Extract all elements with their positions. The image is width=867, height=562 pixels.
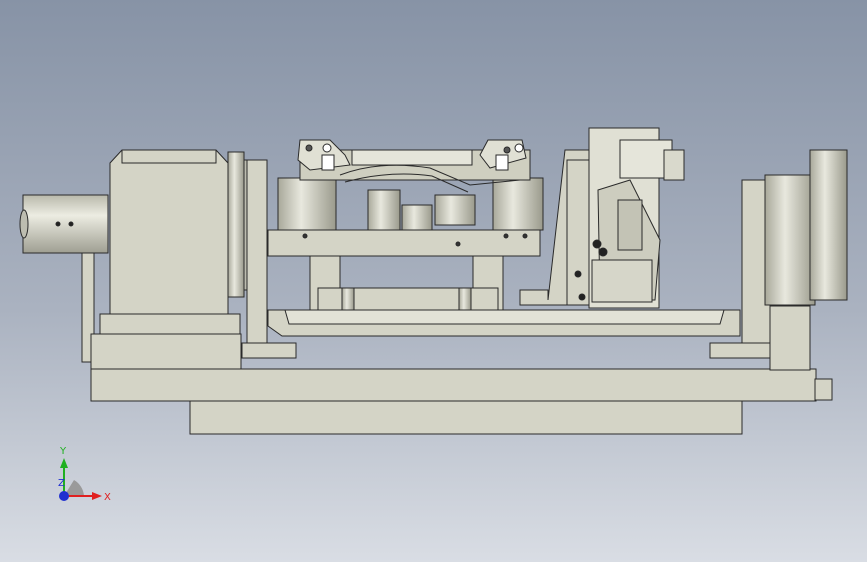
- jaw-hole-1: [592, 239, 602, 249]
- right-riser-foot[interactable]: [709, 342, 771, 359]
- arm-bolt-2: [503, 146, 511, 154]
- left-gearbox-mount[interactable]: [99, 313, 241, 335]
- base-main-beam[interactable]: [90, 368, 817, 402]
- jaw-hole-2: [598, 247, 608, 257]
- cad-graphics-viewport[interactable]: Y X Z: [0, 0, 867, 562]
- shaft-hole-2: [68, 221, 74, 227]
- z-axis-label: Z: [58, 478, 65, 489]
- left-clamp-cylinder[interactable]: [277, 177, 337, 231]
- x-axis-label: X: [104, 492, 111, 503]
- left-riser-foot[interactable]: [241, 342, 297, 359]
- center-fixture-plate[interactable]: [267, 229, 541, 257]
- x-axis-arrow-icon: [92, 492, 102, 500]
- shaft-hole-1: [55, 221, 61, 227]
- right-fixture-plug[interactable]: [663, 149, 685, 181]
- right-riser-stack[interactable]: [769, 305, 811, 371]
- left-support-foot[interactable]: [90, 333, 242, 370]
- locating-pin-left[interactable]: [341, 287, 355, 311]
- coordinate-triad: Y X Z: [58, 446, 111, 503]
- right-fixture-foot[interactable]: [591, 259, 653, 303]
- base-bottom-plate[interactable]: [189, 399, 743, 435]
- plate-bolt-3: [503, 233, 509, 239]
- plate-bolt-2: [455, 241, 461, 247]
- left-drive-shaft[interactable]: [22, 194, 109, 254]
- left-gearbox-housing[interactable]: [109, 149, 229, 334]
- clamp-block-center[interactable]: [351, 149, 473, 166]
- right-rotary-hub[interactable]: [764, 174, 816, 306]
- z-axis-dot-icon: [59, 491, 69, 501]
- left-gearbox-flange[interactable]: [227, 151, 245, 298]
- swing-table-bevel: [284, 309, 725, 325]
- fixture-assembly-model[interactable]: [0, 0, 867, 562]
- right-rotary-disc[interactable]: [809, 149, 848, 301]
- plate-bolt-1: [302, 233, 308, 239]
- y-axis-label: Y: [59, 446, 67, 457]
- y-axis-arrow-icon: [60, 458, 68, 468]
- shaft-end-cap[interactable]: [19, 209, 29, 239]
- center-cylinder-b[interactable]: [434, 194, 476, 226]
- left-riser-plate[interactable]: [246, 159, 268, 351]
- bracket-bolt-1: [574, 270, 582, 278]
- right-clamp-cylinder[interactable]: [492, 177, 544, 231]
- right-arm-block[interactable]: [495, 154, 509, 171]
- right-fixture-spring[interactable]: [617, 199, 643, 251]
- plate-bolt-4: [522, 233, 528, 239]
- base-end-block[interactable]: [814, 378, 833, 401]
- center-cylinder-c[interactable]: [401, 204, 433, 231]
- left-arm-block[interactable]: [321, 154, 335, 171]
- center-cylinder-a[interactable]: [367, 189, 401, 231]
- arm-bolt-1: [305, 144, 313, 152]
- left-arm-pivot: [322, 143, 332, 153]
- bracket-bolt-2: [578, 293, 586, 301]
- right-arm-pivot: [514, 143, 524, 153]
- locating-pin-right[interactable]: [458, 287, 472, 311]
